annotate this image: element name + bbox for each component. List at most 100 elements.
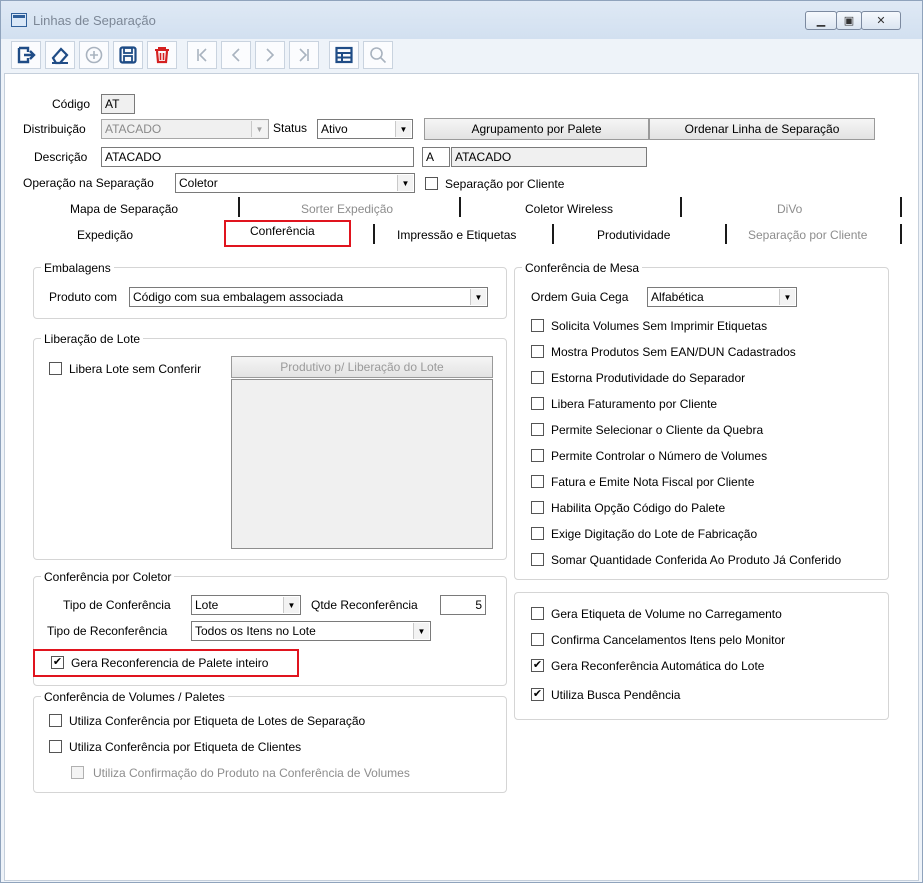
produtivo-list[interactable] [231,379,493,549]
ordem-guia-cega-label: Ordem Guia Cega [531,290,629,304]
clear-button[interactable] [45,41,75,69]
add-button[interactable] [79,41,109,69]
descricao-field[interactable]: ATACADO [101,147,414,167]
tipo-reconferencia-select[interactable]: Todos os Itens no Lote ▼ [191,621,431,641]
agrupamento-palete-button[interactable]: Agrupamento por Palete [424,118,649,140]
sigla-description-field: ATACADO [451,147,647,167]
libera-lote-checkbox[interactable] [49,362,62,375]
etiqueta-clientes-checkbox[interactable] [49,740,62,753]
grid-icon [335,46,353,64]
delete-icon [155,47,169,64]
sigla-field[interactable]: A [422,147,450,167]
operacao-value: Coletor [179,176,218,190]
mesa-option-checkbox[interactable] [531,501,544,514]
ordem-guia-cega-select[interactable]: Alfabética ▼ [647,287,797,307]
title-bar: Linhas de Separação ▁ ▣ ✕ [1,1,922,39]
window-title: Linhas de Separação [33,13,156,28]
outros-option-checkbox[interactable]: ✔ [531,688,544,701]
chevron-down-icon: ▼ [395,121,411,137]
mesa-option-label: Libera Faturamento por Cliente [551,397,718,411]
tab-produtividade[interactable]: Produtividade [597,228,670,242]
distribuicao-select[interactable]: ATACADO ▼ [101,119,269,139]
tab-expedicao[interactable]: Expedição [77,228,133,242]
mesa-option-checkbox[interactable] [531,449,544,462]
mesa-option-checkbox[interactable] [531,527,544,540]
maximize-button[interactable]: ▣ [836,11,862,30]
tipo-conferencia-select[interactable]: Lote ▼ [191,595,301,615]
outros-option-checkbox[interactable] [531,633,544,646]
last-record-icon [299,48,309,62]
etiqueta-clientes-label: Utiliza Conferência por Etiqueta de Clie… [69,740,302,754]
mesa-option-label: Permite Selecionar o Cliente da Quebra [551,423,764,437]
gera-palete-highlight [33,649,299,677]
mesa-option-label: Fatura e Emite Nota Fiscal por Cliente [551,475,755,489]
mesa-option-checkbox[interactable] [531,371,544,384]
search-icon [370,47,387,64]
produtivo-liberacao-button[interactable]: Produtivo p/ Liberação do Lote [231,356,493,378]
close-button[interactable]: ✕ [861,11,901,30]
minimize-button[interactable]: ▁ [805,11,837,30]
tab-divider [900,224,902,244]
etiqueta-lotes-label: Utiliza Conferência por Etiqueta de Lote… [69,714,366,728]
grid-button[interactable] [329,41,359,69]
confirmacao-produto-checkbox[interactable] [71,766,84,779]
active-tab-highlight [224,220,351,247]
exit-icon [17,46,36,64]
status-select[interactable]: Ativo ▼ [317,119,413,139]
mesa-option-label: Exige Digitação do Lote de Fabricação [551,527,758,541]
separacao-cliente-label: Separação por Cliente [445,177,565,191]
next-record-icon [266,48,275,62]
chevron-down-icon: ▼ [397,175,413,191]
operacao-select[interactable]: Coletor ▼ [175,173,415,193]
tab-divider [238,197,240,217]
tab-sorter-expedicao[interactable]: Sorter Expedição [301,202,393,216]
last-record-button[interactable] [289,41,319,69]
mesa-option-checkbox[interactable] [531,319,544,332]
window-form-icon [11,13,27,27]
minimize-icon: ▁ [816,15,826,27]
mesa-option-checkbox[interactable] [531,345,544,358]
close-icon: ✕ [876,15,886,27]
tab-divo[interactable]: DiVo [777,202,802,216]
chevron-down-icon: ▼ [413,623,429,639]
save-icon [119,46,137,64]
previous-record-icon [231,48,240,62]
delete-button[interactable] [147,41,177,69]
outros-option-label: Gera Etiqueta de Volume no Carregamento [551,607,782,621]
separacao-cliente-checkbox[interactable] [425,177,438,190]
chevron-down-icon: ▼ [470,289,486,305]
next-record-button[interactable] [255,41,285,69]
eraser-icon [51,47,69,65]
chevron-down-icon: ▼ [251,121,267,137]
save-button[interactable] [113,41,143,69]
mesa-option-checkbox[interactable] [531,553,544,566]
ordenar-linha-button[interactable]: Ordenar Linha de Separação [649,118,875,140]
exit-button[interactable] [11,41,41,69]
produto-com-select[interactable]: Código com sua embalagem associada ▼ [129,287,488,307]
produto-com-label: Produto com [49,290,118,304]
search-button[interactable] [363,41,393,69]
qtde-reconferencia-field[interactable]: 5 [440,595,486,615]
mesa-option-label: Mostra Produtos Sem EAN/DUN Cadastrados [551,345,796,359]
tab-coletor-wireless[interactable]: Coletor Wireless [525,202,613,216]
codigo-field[interactable]: AT [101,94,135,114]
outros-option-label: Gera Reconferência Automática do Lote [551,659,765,673]
previous-record-button[interactable] [221,41,251,69]
first-record-icon [197,48,207,62]
tab-impressao-etiquetas[interactable]: Impressão e Etiquetas [397,228,516,242]
tipo-reconferencia-value: Todos os Itens no Lote [195,624,316,638]
mesa-option-checkbox[interactable] [531,423,544,436]
tipo-conferencia-value: Lote [195,598,219,612]
tab-mapa-separacao[interactable]: Mapa de Separação [70,202,178,216]
mesa-option-checkbox[interactable] [531,475,544,488]
mesa-option-label: Permite Controlar o Número de Volumes [551,449,768,463]
outros-option-checkbox[interactable]: ✔ [531,659,544,672]
coletor-title: Conferência por Coletor [41,570,175,584]
mesa-option-checkbox[interactable] [531,397,544,410]
tab-separacao-cliente[interactable]: Separação por Cliente [748,228,867,242]
etiqueta-lotes-checkbox[interactable] [49,714,62,727]
produto-com-value: Código com sua embalagem associada [133,290,344,304]
first-record-button[interactable] [187,41,217,69]
mesa-title: Conferência de Mesa [522,261,643,275]
outros-option-checkbox[interactable] [531,607,544,620]
